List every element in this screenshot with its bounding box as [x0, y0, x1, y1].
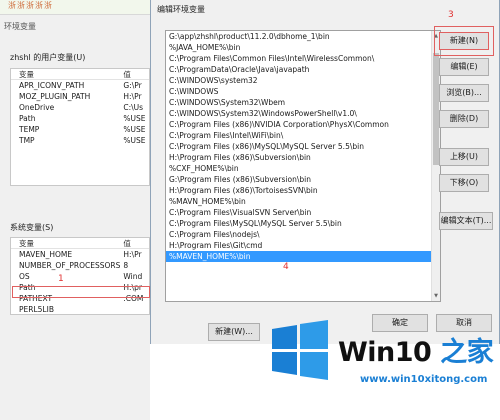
watermark-brand-main: Win10: [338, 337, 441, 368]
step-marker-3: 3: [448, 10, 454, 20]
path-entry[interactable]: %CXF_HOME%\bin: [166, 163, 440, 174]
table-row[interactable]: Path %USE: [11, 113, 149, 124]
scroll-down-arrow-icon[interactable]: ▼: [432, 293, 440, 299]
variable-name: NUMBER_OF_PROCESSORS: [19, 261, 121, 270]
table-header: 变量 值: [11, 69, 149, 80]
table-header: 变量 值: [11, 238, 149, 249]
edit-text-button[interactable]: 编辑文本(T)...: [439, 212, 493, 230]
step-marker-1: 1: [58, 274, 64, 284]
table-row[interactable]: TMP %USE: [11, 135, 149, 146]
user-variables-table[interactable]: 变量 值 APR_ICONV_PATH G:\Pr MOZ_PLUGIN_PATH H…: [10, 68, 150, 186]
variable-value: %USE: [123, 136, 146, 145]
path-entry[interactable]: C:\Program Files\Intel\WiFi\bin\: [166, 130, 440, 141]
new-button[interactable]: 新建(N): [439, 32, 489, 50]
variable-value: H:\Pr: [123, 250, 142, 259]
variable-name: OneDrive: [19, 103, 55, 112]
path-entry[interactable]: C:\ProgramData\Oracle\Java\javapath: [166, 64, 440, 75]
variable-value: Wind: [123, 272, 143, 281]
dialog-title: 编辑环境变量: [157, 5, 205, 14]
variable-name: TEMP: [19, 125, 40, 134]
path-entry[interactable]: C:\WINDOWS\System32\Wbem: [166, 97, 440, 108]
path-entry[interactable]: %JAVA_HOME%\bin: [166, 42, 440, 53]
table-row[interactable]: NUMBER_OF_PROCESSORS 8: [11, 260, 149, 271]
variable-value: C:\Us: [123, 103, 144, 112]
path-entry[interactable]: C:\Program Files\Common Files\Intel\Wire…: [166, 53, 440, 64]
variable-name: APR_ICONV_PATH: [19, 81, 85, 90]
variable-value: %USE: [123, 125, 146, 134]
path-entry[interactable]: C:\WINDOWS\System32\WindowsPowerShell\v1…: [166, 108, 440, 119]
variable-value: 8: [123, 261, 129, 270]
move-down-button[interactable]: 下移(O): [439, 174, 489, 192]
delete-button[interactable]: 删除(D): [439, 110, 489, 128]
win10-watermark: Win10 之家 www.win10xitong.com: [268, 318, 494, 400]
path-entry[interactable]: C:\Program Files\MySQL\MySQL Server 5.5\…: [166, 218, 440, 229]
column-variable[interactable]: 变量: [11, 69, 123, 79]
path-entry[interactable]: G:\app\zhshl\product\11.2.0\dbhome_1\bin: [166, 31, 440, 42]
variable-name: Path: [19, 114, 36, 123]
variable-value: %USE: [123, 114, 146, 123]
path-entry[interactable]: C:\Program Files\VisualSVN Server\bin: [166, 207, 440, 218]
edit-button[interactable]: 编辑(E): [439, 58, 489, 76]
move-up-button[interactable]: 上移(U): [439, 148, 489, 166]
step-marker-4: 4: [283, 262, 289, 272]
path-list[interactable]: G:\app\zhshl\product\11.2.0\dbhome_1\bin…: [165, 30, 441, 302]
system-variables-label: 系统变量(S): [10, 223, 54, 232]
path-entry[interactable]: G:\Program Files (x86)\Subversion\bin: [166, 174, 440, 185]
table-row[interactable]: OS Wind: [11, 271, 149, 282]
path-highlight-outline: [12, 286, 150, 298]
system-variables-table[interactable]: 变量 值 MAVEN_HOME H:\Pr NUMBER_OF_PROCESSORS…: [10, 237, 150, 315]
variable-name: MOZ_PLUGIN_PATH: [19, 92, 91, 101]
path-entry[interactable]: H:\Program Files (x86)\TortoisesSVN\bin: [166, 185, 440, 196]
path-entry[interactable]: C:\Program Files\nodejs\: [166, 229, 440, 240]
path-entry[interactable]: C:\WINDOWS: [166, 86, 440, 97]
path-entry[interactable]: C:\Program Files (x86)\MySQL\MySQL Serve…: [166, 141, 440, 152]
variable-name: PERL5LIB: [19, 305, 54, 314]
column-value[interactable]: 值: [123, 69, 149, 79]
table-row[interactable]: MAVEN_HOME H:\Pr: [11, 249, 149, 260]
path-entry[interactable]: %MAVEN_HOME%\bin: [166, 251, 440, 262]
variable-value: [123, 304, 149, 314]
column-variable[interactable]: 变量: [11, 238, 123, 248]
background-deco-text: 浙浙浙浙浙: [8, 1, 53, 10]
path-entry[interactable]: C:\WINDOWS\system32: [166, 75, 440, 86]
browse-button[interactable]: 浏览(B)...: [439, 84, 489, 102]
table-row[interactable]: APR_ICONV_PATH G:\Pr: [11, 80, 149, 91]
watermark-brand: Win10 之家: [338, 330, 494, 369]
system-new-button[interactable]: 新建(W)...: [208, 323, 260, 341]
watermark-brand-accent: 之家: [440, 337, 494, 368]
background-top-strip: 浙浙浙浙浙: [0, 0, 150, 14]
table-row[interactable]: TEMP %USE: [11, 124, 149, 135]
watermark-url: www.win10xitong.com: [360, 374, 488, 385]
variable-value: G:\Pr: [123, 81, 142, 90]
variable-name: OS: [19, 272, 30, 281]
column-value[interactable]: 值: [123, 238, 149, 248]
table-row[interactable]: OneDrive C:\Us: [11, 102, 149, 113]
windows-logo-icon: [272, 320, 328, 380]
path-entry[interactable]: H:\Program Files\Git\cmd: [166, 240, 440, 251]
path-entry[interactable]: %MAVN_HOME%\bin: [166, 196, 440, 207]
path-entry[interactable]: H:\Program Files (x86)\Subversion\bin: [166, 152, 440, 163]
table-row[interactable]: PERL5LIB: [11, 304, 149, 314]
variable-name: MAVEN_HOME: [19, 250, 73, 259]
variable-value: H:\Pr: [123, 92, 142, 101]
table-row[interactable]: MOZ_PLUGIN_PATH H:\Pr: [11, 91, 149, 102]
variable-name: TMP: [19, 136, 35, 145]
user-variables-label: zhshl 的用户变量(U): [10, 53, 86, 62]
window-title: 环境变量: [4, 22, 36, 31]
path-entry[interactable]: C:\Program Files (x86)\NVIDIA Corporatio…: [166, 119, 440, 130]
